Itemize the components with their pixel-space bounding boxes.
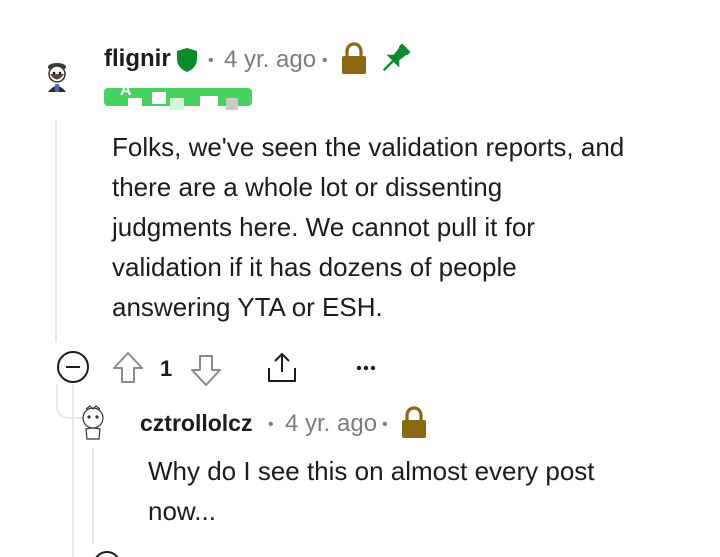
avatar[interactable] (78, 405, 108, 443)
separator-dot: • (208, 52, 214, 69)
comment-timestamp[interactable]: 4 yr. ago (285, 410, 377, 438)
thread-line-main[interactable] (55, 120, 57, 342)
comment-username[interactable]: flignir (104, 45, 171, 73)
comment-body-line: there are a whole lot or dissenting (112, 172, 503, 202)
comment-timestamp[interactable]: 4 yr. ago (224, 46, 316, 74)
separator-dot: • (382, 416, 388, 433)
vote-score: 1 (160, 356, 173, 381)
pin-icon (378, 42, 412, 76)
user-flair: A (104, 82, 252, 110)
comment-body-line: Why do I see this on almost every post (148, 456, 595, 486)
comment-body-line: judgments here. We cannot pull it for (112, 212, 535, 242)
collapse-icon[interactable] (56, 350, 90, 384)
lock-icon (400, 406, 428, 440)
separator-dot: • (322, 52, 328, 69)
comment-body-line: Folks, we've seen the validation reports… (112, 132, 625, 162)
thread-line-reply[interactable] (92, 448, 94, 544)
avatar[interactable] (38, 58, 76, 96)
share-icon[interactable] (264, 350, 300, 386)
downvote-icon[interactable] (190, 352, 222, 388)
lock-icon (340, 42, 368, 76)
separator-dot: • (268, 416, 274, 433)
next-collapse-icon[interactable] (92, 550, 122, 557)
comment-body: Why do I see this on almost every post n… (148, 451, 688, 531)
comment-username[interactable]: cztrollolcz (140, 410, 252, 437)
comment-body-line: now... (148, 496, 216, 526)
comment-body-line: answering YTA or ESH. (112, 292, 383, 322)
upvote-icon[interactable] (112, 350, 144, 386)
more-icon[interactable] (350, 356, 382, 380)
comment-body: Folks, we've seen the validation reports… (112, 127, 682, 327)
mod-shield-icon (175, 47, 199, 73)
comment-body-line: validation if it has dozens of people (112, 252, 517, 282)
